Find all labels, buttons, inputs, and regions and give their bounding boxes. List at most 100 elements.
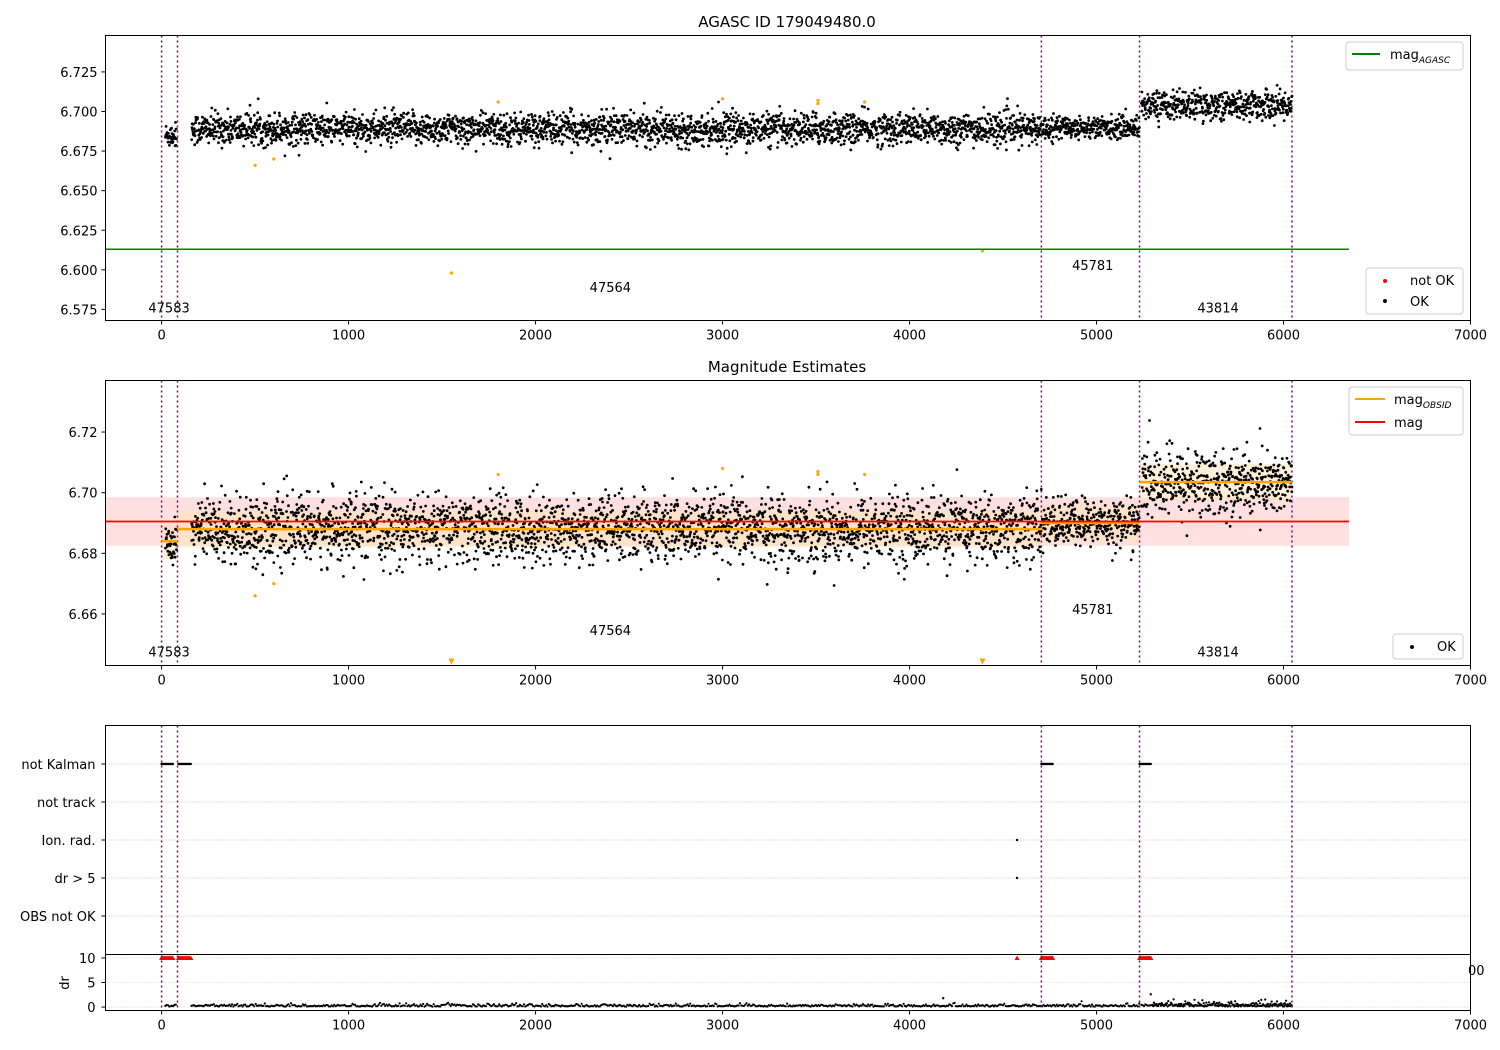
p1-point xyxy=(712,120,715,124)
p2-point xyxy=(469,507,473,511)
p1-point xyxy=(425,136,429,140)
p1-point xyxy=(482,142,485,146)
p1-point xyxy=(1165,93,1168,96)
p2-point xyxy=(448,511,452,515)
p1-point xyxy=(638,133,642,137)
p1-point xyxy=(534,131,538,135)
p1-point xyxy=(364,150,368,153)
p2-point xyxy=(360,536,364,540)
p2-point xyxy=(526,541,530,545)
p1-point xyxy=(676,135,680,139)
p1-point xyxy=(865,121,869,125)
p1-point xyxy=(359,119,363,123)
p2-point xyxy=(452,533,455,537)
p1-point xyxy=(988,112,991,116)
p1-point xyxy=(700,114,704,117)
p1-point xyxy=(270,139,274,142)
p1-point xyxy=(1172,118,1176,121)
p2-point xyxy=(251,565,255,569)
p1-point xyxy=(837,140,840,143)
p1-point xyxy=(244,137,248,141)
p2-point xyxy=(487,524,490,528)
p1-point xyxy=(316,138,319,142)
p1-point xyxy=(539,126,543,130)
p2-point xyxy=(196,516,200,520)
p1-point xyxy=(264,146,267,149)
p2-point xyxy=(497,563,500,566)
p2-point xyxy=(251,505,255,509)
p2-point xyxy=(448,541,451,544)
p1-point xyxy=(357,117,361,121)
p2-point xyxy=(302,543,306,547)
p1-point xyxy=(673,124,677,128)
p2-point xyxy=(285,474,289,478)
p1-point xyxy=(719,122,722,125)
p1-point xyxy=(646,129,649,133)
p2-point xyxy=(317,514,321,518)
p2-point xyxy=(512,537,516,541)
p1-point xyxy=(1127,133,1131,137)
p1-point xyxy=(677,114,681,117)
p2-point xyxy=(206,497,209,500)
p1-point xyxy=(752,112,755,116)
p2-point xyxy=(232,541,235,544)
p1-point xyxy=(992,135,996,138)
panel1-legend-status: not OK OK xyxy=(1365,267,1464,315)
p1-point xyxy=(470,116,474,119)
p2-point xyxy=(297,495,301,499)
p1-point xyxy=(975,125,979,129)
p1-point xyxy=(699,124,703,128)
p2-point xyxy=(294,514,298,518)
p2-point xyxy=(507,533,511,537)
p2-point xyxy=(307,490,311,494)
p1-point xyxy=(900,134,904,138)
p2-point xyxy=(424,532,428,535)
p1-point xyxy=(737,114,740,117)
p1-point xyxy=(321,143,324,147)
p2-point xyxy=(316,506,320,510)
p1-point xyxy=(1249,101,1253,104)
p1-point xyxy=(554,139,557,143)
p1-point xyxy=(937,131,941,135)
p1-xtick-label-6000: 6000 xyxy=(1267,329,1300,344)
p2-point xyxy=(301,522,305,526)
p1-point xyxy=(587,138,590,142)
p2-point xyxy=(465,516,469,520)
p2-point xyxy=(337,522,340,526)
p1-point xyxy=(518,141,522,144)
p1-point xyxy=(527,113,530,117)
p2-point xyxy=(257,507,261,511)
p1-point xyxy=(200,136,204,139)
p1-point xyxy=(986,121,990,125)
p1-point xyxy=(1094,134,1098,138)
p1-point xyxy=(1083,135,1087,139)
p2-point xyxy=(272,561,276,564)
p1-point xyxy=(996,147,999,150)
p1-point xyxy=(785,141,789,145)
p2-point xyxy=(461,561,465,565)
p2-point xyxy=(471,536,475,539)
p2-point xyxy=(338,516,342,520)
p1-point xyxy=(318,124,322,128)
p2-point xyxy=(458,552,462,556)
p1-point xyxy=(536,124,539,128)
p2-point xyxy=(240,536,244,539)
p1-point xyxy=(309,116,313,119)
p1-point xyxy=(513,111,516,115)
p2-point xyxy=(344,547,348,551)
p2-point xyxy=(531,489,535,493)
p2-point xyxy=(256,562,259,566)
p2-point xyxy=(214,516,217,519)
p2-point xyxy=(493,522,497,525)
p1-point xyxy=(966,114,970,118)
p1-point xyxy=(876,143,880,147)
p1-point xyxy=(1269,112,1273,115)
p1-point xyxy=(641,113,645,116)
p2-point xyxy=(329,513,333,517)
p1-point xyxy=(795,142,798,146)
p1-point xyxy=(1247,95,1251,99)
p1-point xyxy=(976,127,980,131)
p1-point xyxy=(289,135,293,139)
p2-point xyxy=(173,535,176,539)
p1-point xyxy=(1223,111,1227,115)
